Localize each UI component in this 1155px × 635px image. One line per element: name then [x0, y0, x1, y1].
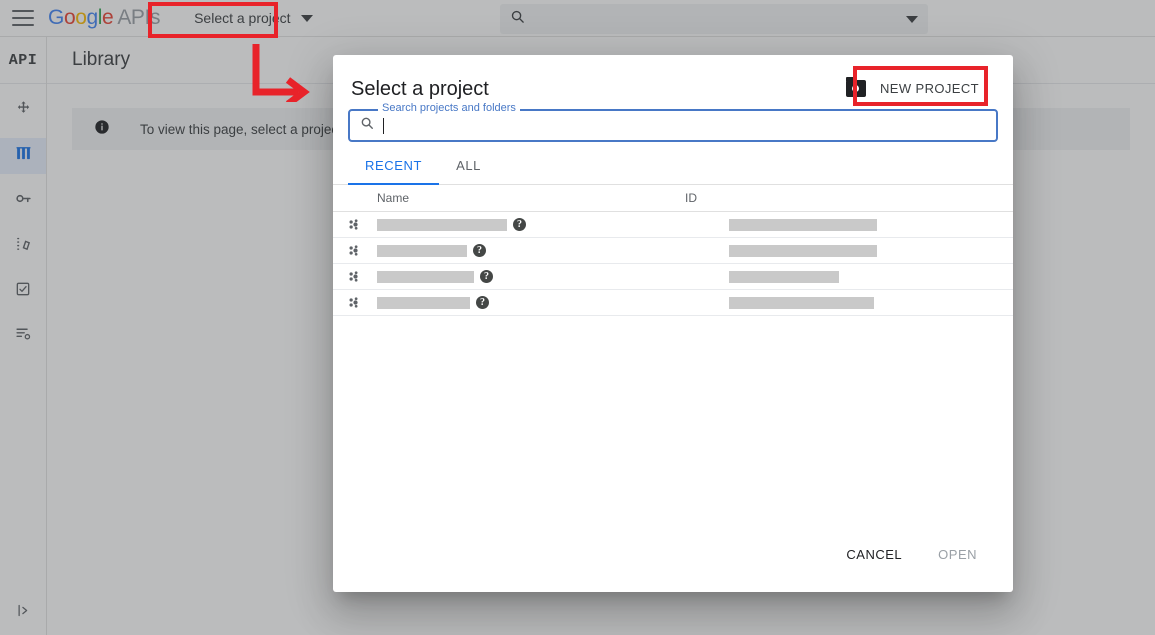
- table-row[interactable]: ?: [333, 238, 1013, 264]
- open-button: OPEN: [930, 541, 985, 568]
- new-folder-gear-icon: [846, 80, 866, 97]
- help-circle-icon[interactable]: ?: [473, 244, 486, 257]
- redacted-project-id: [729, 271, 839, 283]
- table-row[interactable]: ?: [333, 264, 1013, 290]
- redacted-project-id: [729, 219, 877, 231]
- project-id-cell: [729, 245, 1013, 257]
- project-id-cell: [729, 219, 1013, 231]
- project-id-cell: [729, 271, 1013, 283]
- table-body: ????: [333, 212, 1013, 316]
- project-nodes-icon: [333, 217, 377, 232]
- redacted-project-name: [377, 297, 470, 309]
- dialog-footer: CANCEL OPEN: [333, 541, 1013, 592]
- project-name-cell: ?: [377, 218, 729, 231]
- tab-all[interactable]: ALL: [439, 158, 498, 184]
- help-circle-icon[interactable]: ?: [476, 296, 489, 309]
- project-nodes-icon: [333, 295, 377, 310]
- column-header-id: ID: [685, 191, 1013, 205]
- redacted-project-name: [377, 219, 507, 231]
- table-row[interactable]: ?: [333, 212, 1013, 238]
- new-project-label: NEW PROJECT: [880, 81, 979, 96]
- new-project-button[interactable]: NEW PROJECT: [836, 74, 989, 103]
- tab-recent-label: RECENT: [365, 158, 422, 173]
- project-id-cell: [729, 297, 1013, 309]
- dialog-header: Select a project NEW PROJECT: [333, 55, 1013, 103]
- help-circle-icon[interactable]: ?: [480, 270, 493, 283]
- redacted-project-id: [729, 245, 877, 257]
- project-name-cell: ?: [377, 270, 729, 283]
- search-icon: [360, 116, 374, 135]
- project-name-cell: ?: [377, 244, 729, 257]
- select-project-dialog: Select a project NEW PROJECT Search proj…: [333, 55, 1013, 592]
- column-header-name: Name: [333, 191, 685, 205]
- project-search-label: Search projects and folders: [378, 102, 520, 114]
- dialog-tabs: RECENT ALL: [333, 142, 1013, 185]
- table-header-row: Name ID: [333, 185, 1013, 212]
- project-nodes-icon: [333, 243, 377, 258]
- redacted-project-id: [729, 297, 874, 309]
- help-circle-icon[interactable]: ?: [513, 218, 526, 231]
- dialog-title: Select a project: [351, 74, 489, 101]
- dialog-search-wrapper: Search projects and folders: [333, 103, 1013, 142]
- table-row[interactable]: ?: [333, 290, 1013, 316]
- redacted-project-name: [377, 245, 467, 257]
- redacted-project-name: [377, 271, 474, 283]
- cancel-button[interactable]: CANCEL: [838, 541, 910, 568]
- tab-recent[interactable]: RECENT: [348, 158, 439, 184]
- tab-all-label: ALL: [456, 158, 481, 173]
- projects-table: Name ID ????: [333, 185, 1013, 316]
- screen-root: Google APIs Select a project API: [0, 0, 1155, 635]
- project-search-input[interactable]: Search projects and folders: [348, 109, 998, 142]
- project-name-cell: ?: [377, 296, 729, 309]
- project-nodes-icon: [333, 269, 377, 284]
- text-cursor: [383, 118, 384, 134]
